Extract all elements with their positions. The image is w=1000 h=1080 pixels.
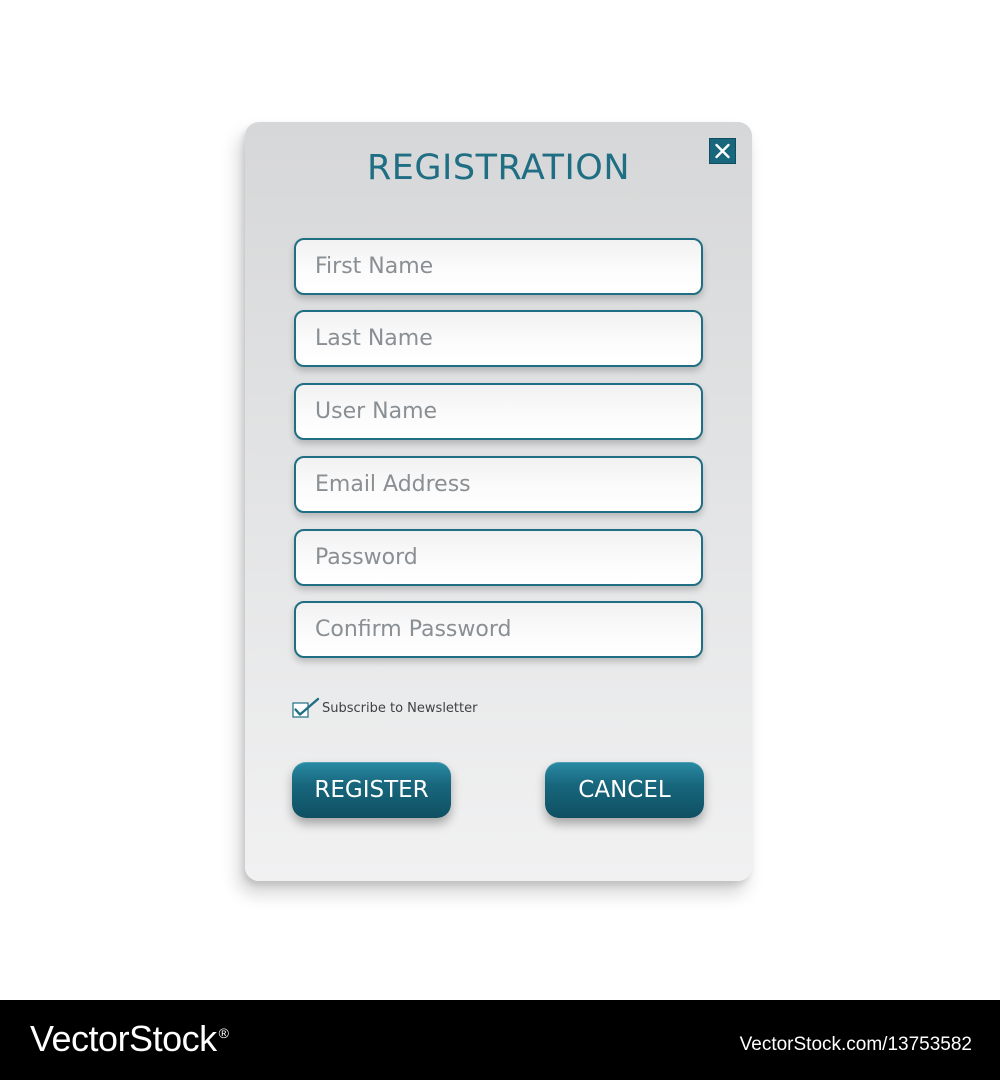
checkmark-icon	[292, 697, 320, 719]
close-icon	[715, 143, 730, 159]
email-field[interactable]	[294, 456, 703, 513]
close-button[interactable]	[709, 138, 736, 164]
dialog-title: REGISTRATION	[366, 148, 631, 188]
watermark-logo: VectorStock ®	[30, 1018, 229, 1060]
first-name-field[interactable]	[294, 238, 703, 295]
watermark-url: VectorStock.com/13753582	[739, 1034, 972, 1055]
registered-mark: ®	[218, 1025, 229, 1041]
newsletter-label: Subscribe to Newsletter	[322, 700, 478, 716]
password-field[interactable]	[294, 529, 703, 586]
registration-dialog: REGISTRATION Subscribe to Newsletter REG…	[245, 122, 752, 881]
watermark-logo-text: VectorStock	[30, 1018, 217, 1059]
watermark-bar: VectorStock ® VectorStock.com/13753582	[0, 1000, 1000, 1080]
register-button[interactable]: REGISTER	[292, 762, 451, 818]
cancel-button[interactable]: CANCEL	[545, 762, 704, 818]
confirm-password-field[interactable]	[294, 601, 703, 658]
last-name-field[interactable]	[294, 310, 703, 367]
newsletter-checkbox[interactable]: Subscribe to Newsletter	[292, 697, 477, 719]
user-name-field[interactable]	[294, 383, 703, 440]
